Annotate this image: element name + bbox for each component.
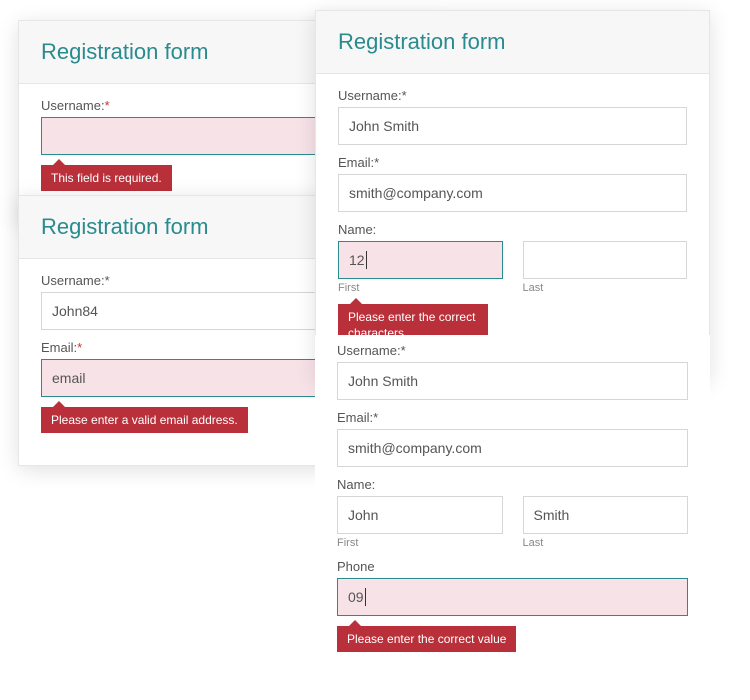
first-name-input[interactable]: 12 [338,241,503,279]
name-row: First Last [337,496,688,549]
email-field: Email:* [338,155,687,212]
username-field: Username:* [337,343,688,400]
first-name-input[interactable] [337,496,503,534]
first-sublabel: First [338,282,503,294]
required-star: * [105,98,110,113]
last-name-col: Last [523,496,689,549]
required-star: * [77,340,82,355]
username-input[interactable] [338,107,687,145]
registration-form-card-4: Username:* Email:* Name: First Last Phon… [315,335,710,684]
first-name-col: First [337,496,503,549]
name-label: Name: [337,477,688,492]
last-sublabel: Last [523,282,688,294]
last-sublabel: Last [523,537,689,549]
card-title: Registration form [338,29,687,55]
name-field: Name: 12 First Please enter the correct … [338,222,687,347]
username-input[interactable] [337,362,688,400]
card-body: Username:* Email:* Name: First Last Phon… [315,335,710,684]
email-input[interactable] [338,174,687,212]
email-field: Email:* [337,410,688,467]
registration-form-card-3: Registration form Username:* Email:* Nam… [315,10,710,380]
error-tooltip: This field is required. [41,165,172,191]
error-tooltip: Please enter the correct value [337,626,516,652]
error-tooltip: Please enter a valid email address. [41,407,248,433]
last-name-input[interactable] [523,241,688,279]
username-field: Username:* [338,88,687,145]
first-name-col: 12 First Please enter the correct charac… [338,241,503,347]
last-name-input[interactable] [523,496,689,534]
text-cursor [366,251,367,269]
name-label: Name: [338,222,687,237]
email-input[interactable] [337,429,688,467]
phone-input[interactable]: 09 [337,578,688,616]
first-sublabel: First [337,537,503,549]
username-label: Username:* [337,343,688,358]
email-label: Email:* [337,410,688,425]
text-cursor [365,588,366,606]
last-name-col: Last [523,241,688,347]
card-body: Username:* Email:* Name: 12 First Please… [316,74,709,379]
phone-label: Phone [337,559,688,574]
name-field: Name: First Last [337,477,688,549]
phone-field: Phone 09 Please enter the correct value [337,559,688,652]
card-header: Registration form [316,11,709,74]
email-label: Email:* [338,155,687,170]
username-label: Username:* [338,88,687,103]
name-row: 12 First Please enter the correct charac… [338,241,687,347]
